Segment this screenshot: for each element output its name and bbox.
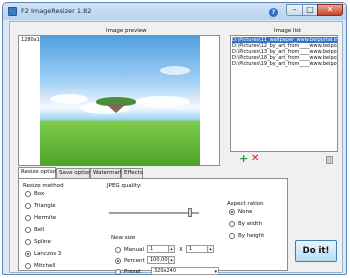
radio-label: Spline [34, 239, 51, 245]
preview-image [40, 36, 200, 166]
minimize-icon[interactable]: – [286, 4, 303, 16]
radio-preset[interactable] [115, 269, 121, 275]
list-item[interactable]: D:\Pictures\19_by_art_from____www.belpor… [232, 61, 337, 67]
width-spinner[interactable]: ▴ [168, 245, 175, 253]
radio-box[interactable] [25, 191, 31, 197]
radio-label: By width [238, 221, 262, 227]
delete-icon[interactable]: ✕ [251, 154, 259, 164]
radio-by-width[interactable] [229, 221, 235, 227]
image-list[interactable]: D:\Pictures\11_wallpaper_www.belportal.i… [230, 35, 338, 152]
radio-bell[interactable] [25, 227, 31, 233]
maximize-icon[interactable]: □ [302, 4, 318, 16]
close-icon[interactable]: ✕ [317, 4, 343, 16]
radio-aspect-none[interactable] [229, 209, 235, 215]
jpeg-quality-track[interactable] [109, 212, 199, 214]
window-title: F2 ImageResizer 1.82 [21, 7, 92, 15]
radio-label: None [238, 209, 253, 215]
app-window: F2 ImageResizer 1.82 ? – □ ✕ Image previ… [2, 2, 347, 275]
radio-label: Box [34, 191, 45, 197]
aspect-ration-label: Aspect ration [227, 201, 264, 207]
image-preview: 1280x1024 [18, 35, 220, 166]
resize-options-panel: Resize method Box Triangle Hermite Bell … [18, 178, 288, 275]
jpeg-quality-slider[interactable] [188, 208, 192, 217]
add-icon[interactable]: + [239, 153, 248, 164]
jpeg-quality-label: JPEG quality: [107, 183, 142, 189]
radio-label: Triangle [34, 203, 56, 209]
size-separator: X [179, 247, 183, 253]
radio-label: Preset [124, 269, 142, 275]
resize-method-label: Resize method [23, 183, 64, 189]
percent-spinner[interactable]: ▴ [168, 256, 175, 264]
radio-label: Percent [124, 258, 145, 264]
radio-spline[interactable] [25, 239, 31, 245]
preview-heading: Image preview [106, 28, 147, 34]
radio-hermite[interactable] [25, 215, 31, 221]
radio-label: Mitchell [34, 263, 56, 269]
radio-manual[interactable] [115, 247, 121, 253]
preset-value: 320x240 [154, 268, 177, 274]
radio-label: Hermite [34, 215, 57, 221]
preset-dropdown[interactable]: 320x240 ▾ [151, 267, 219, 275]
radio-mitchell[interactable] [25, 263, 31, 269]
radio-triangle[interactable] [25, 203, 31, 209]
tab-effects[interactable]: Effects [121, 168, 143, 178]
app-icon [8, 7, 17, 16]
chevron-down-icon: ▾ [214, 269, 217, 275]
height-spinner[interactable]: ▴ [207, 245, 214, 253]
tab-save-options[interactable]: Save options [56, 168, 95, 178]
title-bar[interactable]: F2 ImageResizer 1.82 ? – □ ✕ [3, 3, 346, 20]
trash-icon[interactable] [326, 156, 333, 164]
tab-watermark[interactable]: Watermark [90, 168, 123, 178]
radio-label: Manual [124, 247, 144, 253]
tab-resize-options[interactable]: Resize options [18, 167, 61, 178]
do-it-button[interactable]: Do it! [295, 240, 337, 262]
radio-label: Bell [34, 227, 45, 233]
help-icon[interactable]: ? [269, 8, 278, 17]
radio-lanczos-3[interactable] [25, 251, 31, 257]
radio-by-height[interactable] [229, 233, 235, 239]
radio-label: Lanczos 3 [34, 251, 62, 257]
client-area: Image preview Image list 1280x1024 D:\Pi… [9, 21, 343, 275]
radio-percent[interactable] [115, 258, 121, 264]
radio-label: By height [238, 233, 265, 239]
image-list-heading: Image list [274, 28, 302, 34]
new-size-label: New size [111, 235, 136, 241]
